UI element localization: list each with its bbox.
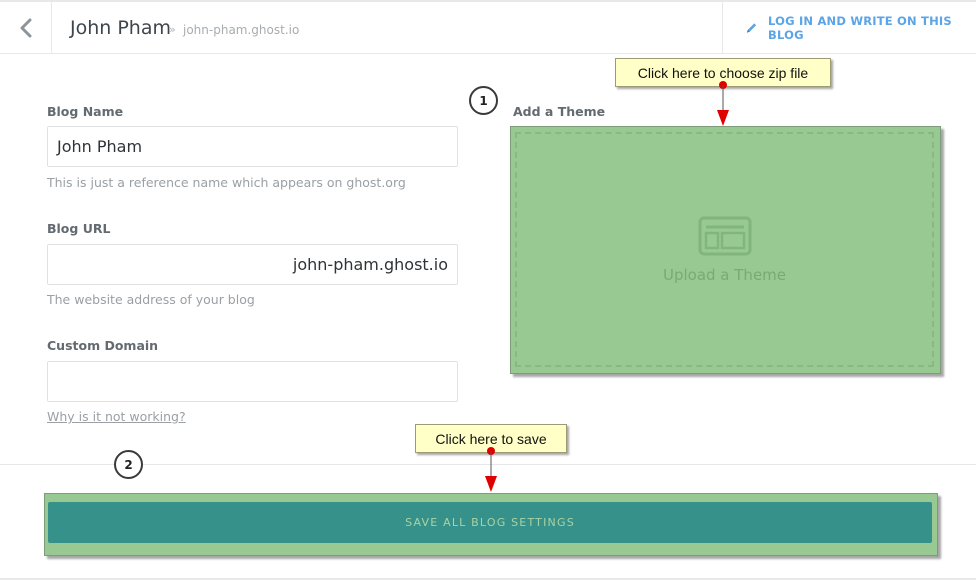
back-button[interactable] xyxy=(0,2,52,54)
blog-name-label: Blog Name xyxy=(47,104,124,119)
custom-domain-input[interactable] xyxy=(47,361,458,402)
callout-arrow-zip xyxy=(717,81,729,126)
blog-url-hint: The website address of your blog xyxy=(47,292,255,307)
blog-url-input[interactable]: john-pham .ghost.io xyxy=(47,244,458,285)
blog-url-domain: .ghost.io xyxy=(378,255,448,274)
pencil-icon xyxy=(746,23,757,33)
blog-url-label: Blog URL xyxy=(47,221,111,236)
chevron-left-icon xyxy=(20,18,31,38)
theme-upload-dropzone[interactable]: Upload a Theme xyxy=(515,132,934,367)
callout-arrow-save xyxy=(485,447,497,492)
blog-name-input[interactable]: John Pham xyxy=(47,126,458,167)
breadcrumb-separator: » xyxy=(169,23,176,36)
layout-icon xyxy=(698,216,751,255)
login-write-label: LOG IN AND WRITE ON THIS BLOG xyxy=(768,14,952,42)
step-2-marker: 2 xyxy=(114,450,143,479)
step-1-marker: 1 xyxy=(469,86,498,115)
blog-name-hint: This is just a reference name which appe… xyxy=(47,175,406,190)
why-not-working-link[interactable]: Why is it not working? xyxy=(47,409,186,424)
save-settings-button[interactable]: SAVE ALL BLOG SETTINGS xyxy=(48,502,932,543)
breadcrumb-url[interactable]: john-pham.ghost.io xyxy=(183,23,299,37)
theme-upload-zone[interactable]: Upload a Theme xyxy=(510,126,941,374)
add-theme-label: Add a Theme xyxy=(513,104,606,119)
login-write-link[interactable]: LOG IN AND WRITE ON THIS BLOG xyxy=(722,2,976,54)
custom-domain-label: Custom Domain xyxy=(47,338,159,353)
blog-url-subdomain: john-pham xyxy=(292,255,379,274)
save-highlight: SAVE ALL BLOG SETTINGS xyxy=(44,493,938,556)
top-bar: John Pham » john-pham.ghost.io LOG IN AN… xyxy=(0,0,976,54)
page-title: John Pham xyxy=(70,17,172,39)
upload-theme-label: Upload a Theme xyxy=(662,265,787,284)
